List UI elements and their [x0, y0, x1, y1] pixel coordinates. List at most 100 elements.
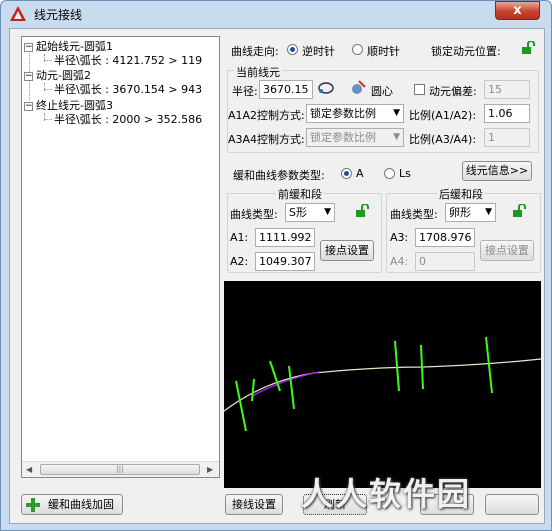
front-curve-type-label: 曲线类型: — [230, 208, 278, 221]
unlock-icon[interactable] — [521, 41, 535, 55]
dynamic-offset-input[interactable]: 15 — [484, 80, 530, 99]
lock-dynamic-label: 锁定动元位置: — [431, 45, 501, 58]
tree-node-label: 终止线元-圆弧3 — [36, 99, 113, 112]
tree-leaf-label: 半径\弧长 : 2000 > 352.586 — [54, 113, 203, 126]
a1a2-control-select[interactable]: 锁定参数比例 ▼ — [306, 104, 404, 123]
a4-input[interactable]: 0 — [415, 252, 475, 271]
a1a2-control-label: A1A2控制方式: — [228, 109, 305, 122]
close-button[interactable]: x — [495, 1, 540, 20]
scroll-left-icon[interactable]: ◀ — [26, 465, 32, 474]
a3a4-control-value: 锁定参数比例 — [310, 131, 376, 144]
chevron-down-icon: ▼ — [393, 132, 400, 142]
ratio-a1a2-label: 比例(A1/A2): — [409, 109, 477, 122]
dynamic-offset-label: 动元偏差: — [429, 85, 477, 98]
curve-preview-canvas[interactable] — [223, 281, 542, 488]
a1-input[interactable]: 1111.992 — [255, 228, 315, 247]
center-pick-icon[interactable] — [349, 79, 367, 97]
back-transition-title: 后缓和段 — [437, 186, 485, 202]
ratio-a1a2-input[interactable]: 1.06 — [484, 104, 530, 123]
station-marker — [485, 336, 493, 394]
tree-leaf-label: 半径\弧长 : 4121.752 > 119 — [54, 54, 203, 67]
front-curve-type-value: S形 — [289, 206, 307, 219]
cw-label: 顺时针 — [367, 45, 400, 58]
tree-leaf-dynamic-detail[interactable]: 半径\弧长 : 3670.154 > 943 — [54, 83, 202, 97]
title-bar[interactable]: 线元接线 x — [1, 1, 551, 27]
a2-input[interactable]: 1049.307 — [255, 252, 315, 271]
tree-node-label: 起始线元-圆弧1 — [36, 40, 113, 53]
ratio-a3a4-input[interactable]: 1 — [484, 128, 530, 147]
station-marker — [394, 340, 400, 392]
a2-label: A2: — [230, 255, 249, 268]
tree-line — [44, 119, 52, 120]
tree-line — [44, 89, 52, 90]
collapse-toggle[interactable]: − — [24, 101, 33, 111]
curve-direction-label: 曲线走向: — [231, 45, 279, 58]
radius-input[interactable]: 3670.15 — [259, 80, 313, 99]
param-type-label: 缓和曲线参数类型: — [233, 169, 325, 182]
window-title: 线元接线 — [34, 8, 83, 22]
front-connect-settings-button[interactable]: 接点设置 — [320, 240, 374, 261]
scroll-thumb[interactable]: ||| — [40, 464, 200, 475]
a3a4-control-label: A3A4控制方式: — [228, 133, 305, 146]
dialog-window: 线元接线 x − 起始线元-圆弧1 半径\弧长 : 4121.752 > 119 … — [0, 0, 552, 531]
collapse-toggle[interactable]: − — [24, 71, 33, 81]
chevron-down-icon: ▼ — [485, 207, 492, 217]
tree-node-dynamic[interactable]: − 动元-圆弧2 — [24, 69, 91, 83]
a3-label: A3: — [390, 231, 409, 244]
dialog-client: − 起始线元-圆弧1 半径\弧长 : 4121.752 > 119 − 动元-圆弧2… — [9, 28, 545, 524]
back-connect-settings-button[interactable]: 接点设置 — [480, 240, 534, 261]
param-a-radio[interactable] — [341, 168, 352, 179]
a3-input[interactable]: 1708.976 — [415, 228, 475, 247]
param-ls-radio[interactable] — [384, 168, 395, 179]
back-curve-type-select[interactable]: 卵形 ▼ — [445, 203, 496, 222]
current-element-title: 当前线元 — [234, 64, 282, 80]
alignment-curve-segment — [251, 371, 320, 397]
circle-tool-icon[interactable] — [317, 79, 335, 97]
tree-node-end[interactable]: − 终止线元-圆弧3 — [24, 99, 113, 113]
front-curve-type-select[interactable]: S形 ▼ — [285, 203, 335, 222]
param-a-label: A — [356, 167, 364, 180]
scroll-grip-icon: ||| — [116, 465, 124, 473]
dynamic-offset-checkbox[interactable] — [414, 84, 425, 95]
element-info-button[interactable]: 线元信息>> — [462, 161, 532, 181]
ccw-label: 逆时针 — [302, 45, 335, 58]
a1a2-control-value: 锁定参数比例 — [310, 107, 376, 120]
curve-preview-svg — [223, 336, 542, 432]
radius-label: 半径: — [232, 85, 258, 98]
a3a4-control-select[interactable]: 锁定参数比例 ▼ — [306, 128, 404, 147]
back-curve-type-label: 曲线类型: — [390, 208, 438, 221]
watermark-logo: 人人软件园 — [301, 475, 472, 513]
tree-node-start[interactable]: − 起始线元-圆弧1 — [24, 40, 113, 54]
unlock-icon[interactable] — [512, 204, 526, 218]
add-transition-curve-label: 缓和曲线加固 — [48, 498, 114, 511]
chevron-down-icon: ▼ — [393, 108, 400, 118]
front-transition-title: 前缓和段 — [276, 186, 324, 202]
app-logo-icon — [10, 6, 26, 21]
tree-line — [44, 60, 52, 61]
element-tree[interactable]: − 起始线元-圆弧1 半径\弧长 : 4121.752 > 119 − 动元-圆弧2… — [21, 36, 220, 478]
horizontal-scrollbar[interactable]: ◀ ||| ▶ — [22, 461, 219, 477]
tree-leaf-end-detail[interactable]: 半径\弧长 : 2000 > 352.586 — [54, 113, 202, 127]
a1-label: A1: — [230, 231, 249, 244]
center-label: 圆心 — [371, 85, 393, 98]
cancel-button[interactable] — [485, 494, 539, 515]
plus-icon — [26, 498, 40, 512]
back-curve-type-value: 卵形 — [449, 206, 471, 219]
connect-settings-button[interactable]: 接线设置 — [225, 494, 283, 515]
station-marker — [420, 344, 424, 390]
station-marker — [288, 365, 295, 410]
station-marker — [235, 380, 247, 432]
cw-radio[interactable] — [352, 44, 363, 55]
collapse-toggle[interactable]: − — [24, 42, 33, 52]
a4-label: A4: — [390, 255, 409, 268]
ccw-radio[interactable] — [287, 44, 298, 55]
ratio-a3a4-label: 比例(A3/A4): — [409, 133, 477, 146]
unlock-icon[interactable] — [355, 204, 369, 218]
tree-leaf-label: 半径\弧长 : 3670.154 > 943 — [54, 83, 203, 96]
tree-node-label: 动元-圆弧2 — [36, 69, 91, 82]
chevron-down-icon: ▼ — [324, 207, 331, 217]
scroll-right-icon[interactable]: ▶ — [207, 465, 213, 474]
add-transition-curve-button[interactable]: 缓和曲线加固 — [21, 494, 123, 515]
param-ls-label: Ls — [399, 167, 411, 180]
tree-leaf-start-detail[interactable]: 半径\弧长 : 4121.752 > 119 — [54, 54, 202, 68]
